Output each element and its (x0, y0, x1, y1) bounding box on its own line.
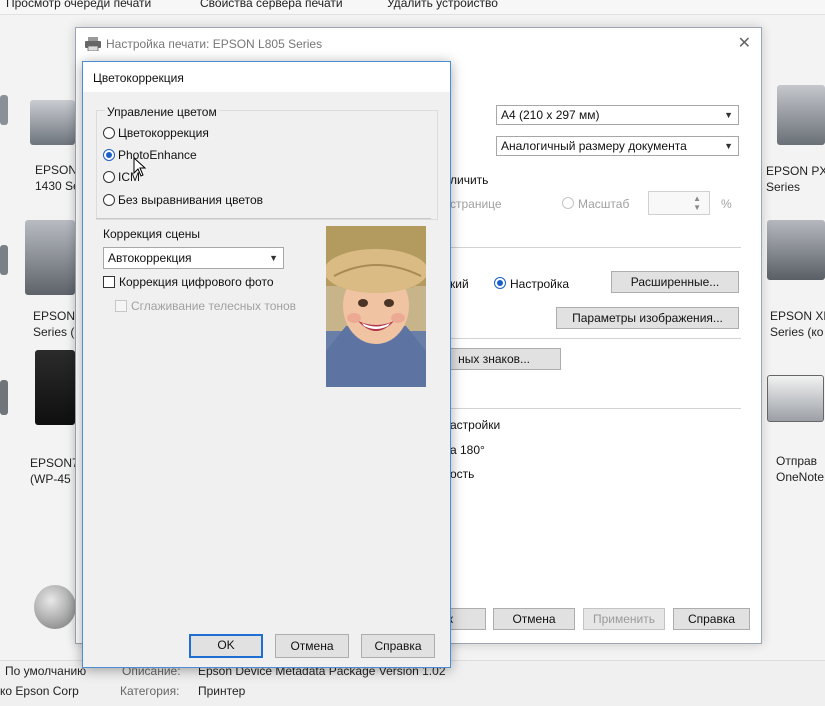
device-name: Отправ (776, 454, 818, 468)
printer-icon (25, 220, 75, 295)
device-tile-left-3[interactable]: EPSON7 (WP-45 (0, 345, 79, 486)
printer-icon-edge (0, 245, 8, 275)
cancel-button[interactable]: Отмена (275, 634, 349, 658)
color-correction-dialog: Цветокоррекция Управление цветом Цветоко… (82, 61, 451, 668)
separator (96, 218, 431, 219)
digital-photo-label: Коррекция цифрового фото (119, 275, 274, 289)
vendor-text: ко Epson Corp (0, 684, 79, 698)
cancel-button[interactable]: Отмена (493, 608, 575, 630)
device-model: Series (766, 180, 801, 194)
scale-radio[interactable] (562, 197, 574, 209)
ok-button[interactable]: OK (189, 634, 263, 658)
output-size-select[interactable]: Аналогичный размеру документа ▼ (496, 136, 739, 156)
scale-stepper[interactable]: ▲ ▼ (648, 191, 710, 215)
printer-icon (35, 350, 75, 425)
enlarge-label: личить (450, 173, 489, 187)
paper-size-select[interactable]: A4 (210 x 297 мм) ▼ (496, 105, 739, 125)
rotate-label: а 180° (450, 443, 485, 457)
paper-size-value: A4 (210 x 297 мм) (501, 108, 600, 122)
output-size-value: Аналогичный размеру документа (501, 139, 687, 153)
toolbar-remove-device[interactable]: Удалить устройство (387, 0, 498, 10)
radio-photoenhance[interactable] (103, 149, 115, 161)
custom-mode-label: Настройка (510, 277, 570, 291)
printer-icon (30, 100, 75, 145)
device-model: (WP-45 (30, 472, 71, 486)
apply-button[interactable]: Применить (583, 608, 665, 630)
help-button[interactable]: Справка (361, 634, 435, 658)
device-tile-right-2[interactable]: EPSON XP Series (ко (762, 215, 825, 345)
device-name: EPSON (33, 309, 76, 323)
extra-settings-label: астройки (450, 418, 501, 432)
toolbar-print-queue[interactable]: Просмотр очереди печати (6, 0, 151, 10)
device-model: 1430 Se (35, 179, 80, 193)
digital-photo-checkbox[interactable] (103, 276, 115, 288)
separator (450, 247, 741, 248)
printer-icon (777, 85, 825, 145)
radio-color-correction-label: Цветокоррекция (118, 126, 209, 140)
separator (450, 408, 741, 409)
device-name: EPSON (35, 163, 78, 177)
scene-correction-label: Коррекция сцены (103, 227, 201, 241)
separator (450, 338, 741, 339)
explorer-toolbar: Просмотр очереди печати Свойства сервера… (0, 0, 825, 15)
radio-color-correction[interactable] (103, 127, 115, 139)
scene-correction-value: Автокоррекция (108, 251, 192, 265)
device-model: Series ( (33, 325, 75, 339)
dialog-title: Цветокоррекция (93, 71, 184, 85)
toolbar-server-properties[interactable]: Свойства сервера печати (200, 0, 343, 10)
dialog-titlebar: Цветокоррекция (83, 62, 450, 92)
mode-label: кий (450, 277, 469, 291)
scale-label: Масштаб (578, 197, 630, 211)
radio-icm[interactable] (103, 171, 115, 183)
chevron-down-icon: ▼ (724, 110, 733, 120)
radio-no-color-adjust[interactable] (103, 194, 115, 206)
device-model: OneNote (776, 470, 825, 484)
device-tile-right-1[interactable]: EPSON PX Series (762, 75, 825, 200)
printer-icon-edge (0, 380, 8, 415)
device-name: EPSON7 (30, 456, 79, 470)
stepper-arrows-icon: ▲ ▼ (693, 194, 701, 212)
device-tile-left-2[interactable]: EPSON Series ( (0, 215, 78, 345)
chevron-down-icon: ▼ (269, 253, 278, 263)
default-status: По умолчанию (5, 664, 87, 678)
close-icon[interactable]: ✕ (738, 33, 751, 53)
printer-icon-edge (0, 95, 8, 125)
chevron-down-icon: ▼ (724, 141, 733, 151)
printer-icon (767, 375, 824, 422)
skin-smoothing-label: Сглаживание телесных тонов (131, 299, 297, 313)
advanced-button[interactable]: Расширенные... (611, 271, 739, 293)
image-params-button[interactable]: Параметры изображения... (556, 307, 739, 329)
device-name: EPSON PX (766, 164, 825, 178)
child-photo-image (326, 226, 426, 387)
mouse-cursor-icon (133, 157, 147, 177)
preview-photo (326, 226, 426, 387)
fit-page-label: странице (450, 197, 502, 211)
mouse-device-icon[interactable] (34, 585, 76, 629)
skin-smoothing-checkbox[interactable] (115, 300, 127, 312)
printer-icon (85, 37, 101, 51)
percent-sign: % (721, 197, 732, 211)
help-button[interactable]: Справка (673, 608, 750, 630)
category-value: Принтер (198, 684, 246, 698)
device-tile-left-1[interactable]: EPSON 1430 Se (0, 90, 80, 200)
speed-label: ость (450, 467, 475, 481)
dialog-title: Настройка печати: EPSON L805 Series (106, 37, 323, 51)
device-name: EPSON XP (770, 309, 825, 323)
printer-icon (767, 220, 825, 280)
radio-photoenhance-label: PhotoEnhance (118, 148, 197, 162)
device-model: Series (ко (770, 325, 824, 339)
device-tile-right-3[interactable]: Отправ OneNote (762, 365, 825, 490)
group-label: Управление цветом (105, 105, 219, 119)
category-key: Категория: (120, 684, 180, 698)
watermark-button[interactable]: ных знаков... (436, 348, 561, 370)
radio-no-color-adjust-label: Без выравнивания цветов (118, 193, 264, 207)
scene-correction-select[interactable]: Автокоррекция ▼ (103, 247, 284, 269)
custom-mode-radio[interactable] (494, 277, 506, 289)
